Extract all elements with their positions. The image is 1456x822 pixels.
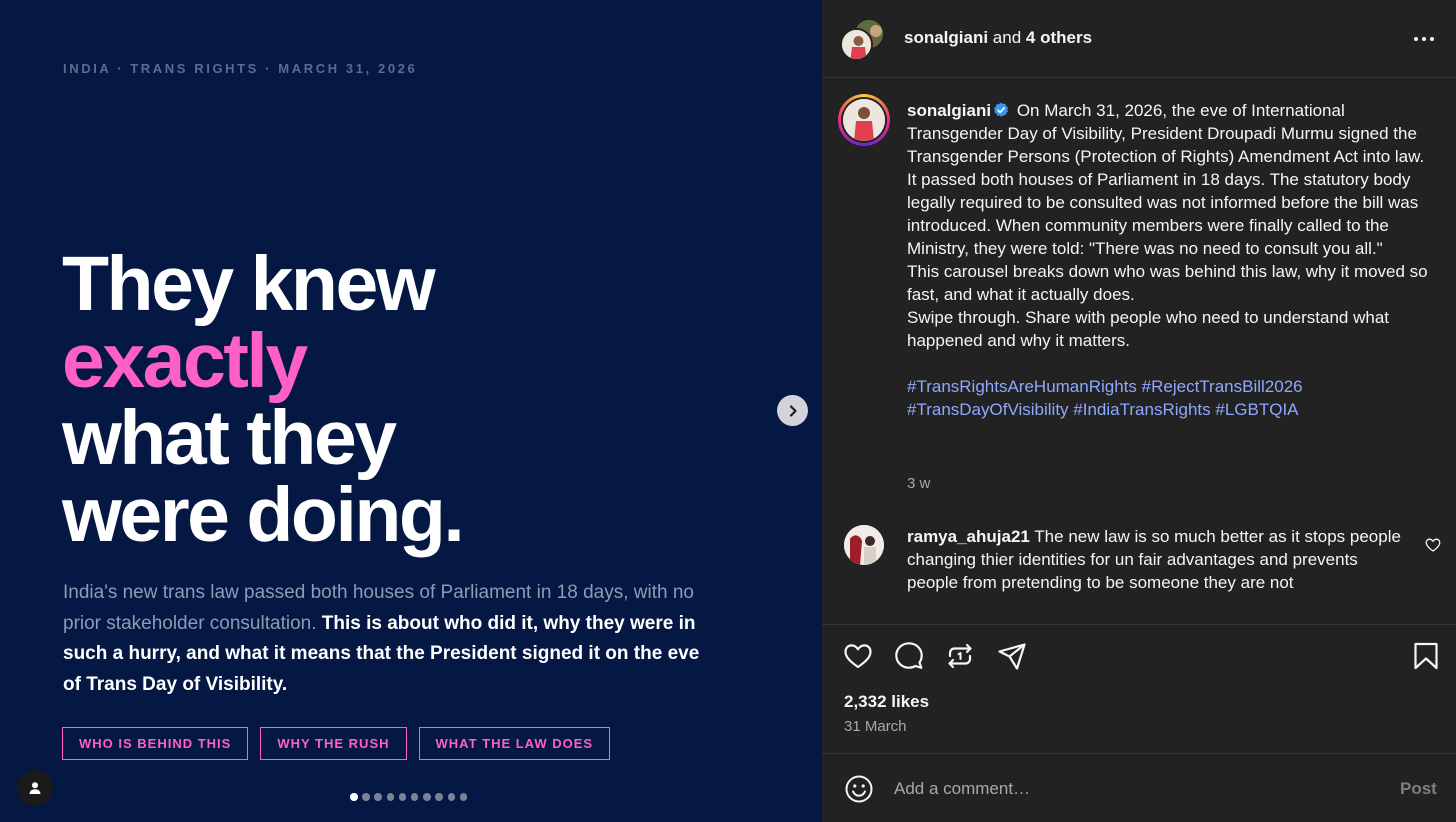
pagination-dot	[435, 793, 443, 801]
user-tags-button[interactable]	[17, 770, 53, 806]
repost-icon[interactable]	[945, 641, 975, 671]
slide-headline: They knew exactly what they were doing.	[62, 241, 465, 558]
caption-username[interactable]: sonalgiani	[907, 101, 991, 120]
caption-paragraph-3: This carousel breaks down who was behind…	[907, 262, 1428, 304]
pagination-dot	[459, 793, 468, 801]
bookmark-icon[interactable]	[1411, 641, 1441, 671]
comment-icon[interactable]	[894, 641, 924, 671]
slide-tag-row: WHO IS BEHIND THIS WHY THE RUSH WHAT THE…	[62, 727, 611, 760]
pagination-dot	[350, 793, 358, 801]
post-panel: sonalgiani and 4 others sonalgiani On Ma…	[822, 0, 1456, 822]
headline-line-1: They knew	[62, 241, 436, 327]
more-options-button[interactable]	[1412, 28, 1436, 50]
caption-paragraph-2: It passed both houses of Parliament in 1…	[907, 170, 1419, 258]
chevron-right-icon	[789, 404, 797, 417]
post-date: 31 March	[844, 718, 907, 735]
user-tag-icon	[29, 782, 41, 794]
post-caption: sonalgiani On March 31, 2026, the eve of…	[907, 99, 1432, 421]
headline-line-3: what they	[62, 395, 397, 481]
avatar	[840, 28, 873, 61]
author-others-link[interactable]: 4 others	[1026, 28, 1092, 47]
likes-count[interactable]: 2,332 likes	[844, 692, 929, 712]
caption-paragraph-4: Swipe through. Share with people who nee…	[907, 308, 1389, 350]
pagination-dot	[447, 793, 455, 801]
slide-body-copy: India's new trans law passed both houses…	[63, 578, 713, 700]
collab-avatar-stack[interactable]	[840, 18, 886, 62]
tag-who-is-behind: WHO IS BEHIND THIS	[62, 727, 249, 760]
add-comment-bar: Post	[822, 753, 1456, 822]
pagination-dot	[398, 793, 407, 801]
hashtag-link[interactable]: #TransDayOfVisibility	[907, 400, 1069, 419]
hashtag-link[interactable]: #IndiaTransRights	[1073, 400, 1210, 419]
pagination-dot	[362, 793, 370, 801]
pagination-dot	[374, 793, 382, 801]
post-header: sonalgiani and 4 others	[822, 0, 1456, 78]
comment-input[interactable]	[894, 776, 1364, 802]
tag-why-the-rush: WHY THE RUSH	[260, 727, 407, 760]
slide-kicker: INDIA · TRANS RIGHTS · MARCH 31, 2026	[63, 61, 418, 76]
comment-item: ramya_ahuja21 The new law is so much bet…	[907, 525, 1402, 594]
author-username[interactable]: sonalgiani	[904, 28, 988, 47]
caption-author-avatar[interactable]	[838, 94, 890, 146]
hashtag-link[interactable]: #LGBTQIA	[1215, 400, 1298, 419]
hashtag-link[interactable]: #TransRightsAreHumanRights	[907, 377, 1137, 396]
caption-paragraph-1: sonalgiani On March 31, 2026, the eve of…	[907, 99, 1432, 168]
verified-badge-icon	[994, 102, 1009, 117]
post-comment-button[interactable]: Post	[1400, 779, 1437, 799]
avatar	[843, 99, 885, 141]
hashtag-link[interactable]: #RejectTransBill2026	[1142, 377, 1303, 396]
carousel-slide: INDIA · TRANS RIGHTS · MARCH 31, 2026 Th…	[0, 0, 822, 822]
pagination-dot	[386, 793, 395, 801]
share-icon[interactable]	[997, 641, 1027, 671]
pagination-dot	[410, 793, 419, 801]
headline-line-2-accent: exactly	[62, 318, 308, 404]
post-time-ago[interactable]: 3 w	[907, 475, 930, 492]
carousel-next-button[interactable]	[777, 395, 808, 426]
headline-line-4: were doing.	[62, 472, 465, 558]
comment-username[interactable]: ramya_ahuja21	[907, 527, 1030, 546]
post-actions-bar	[822, 624, 1456, 684]
post-author-line: sonalgiani and 4 others	[904, 28, 1092, 48]
small-heart-icon[interactable]	[1425, 537, 1441, 553]
caption-hashtags: #TransRightsAreHumanRights #RejectTransB…	[907, 375, 1432, 421]
pagination-dot	[423, 793, 431, 801]
more-options-icon	[1414, 37, 1434, 41]
emoji-icon[interactable]	[844, 774, 874, 804]
carousel-pagination	[350, 793, 468, 801]
tag-what-the-law-does: WHAT THE LAW DOES	[418, 727, 611, 760]
avatar-ring-inner	[841, 97, 887, 143]
comment-avatar[interactable]	[844, 525, 884, 565]
author-connector: and	[988, 28, 1026, 47]
heart-icon[interactable]	[843, 641, 873, 671]
